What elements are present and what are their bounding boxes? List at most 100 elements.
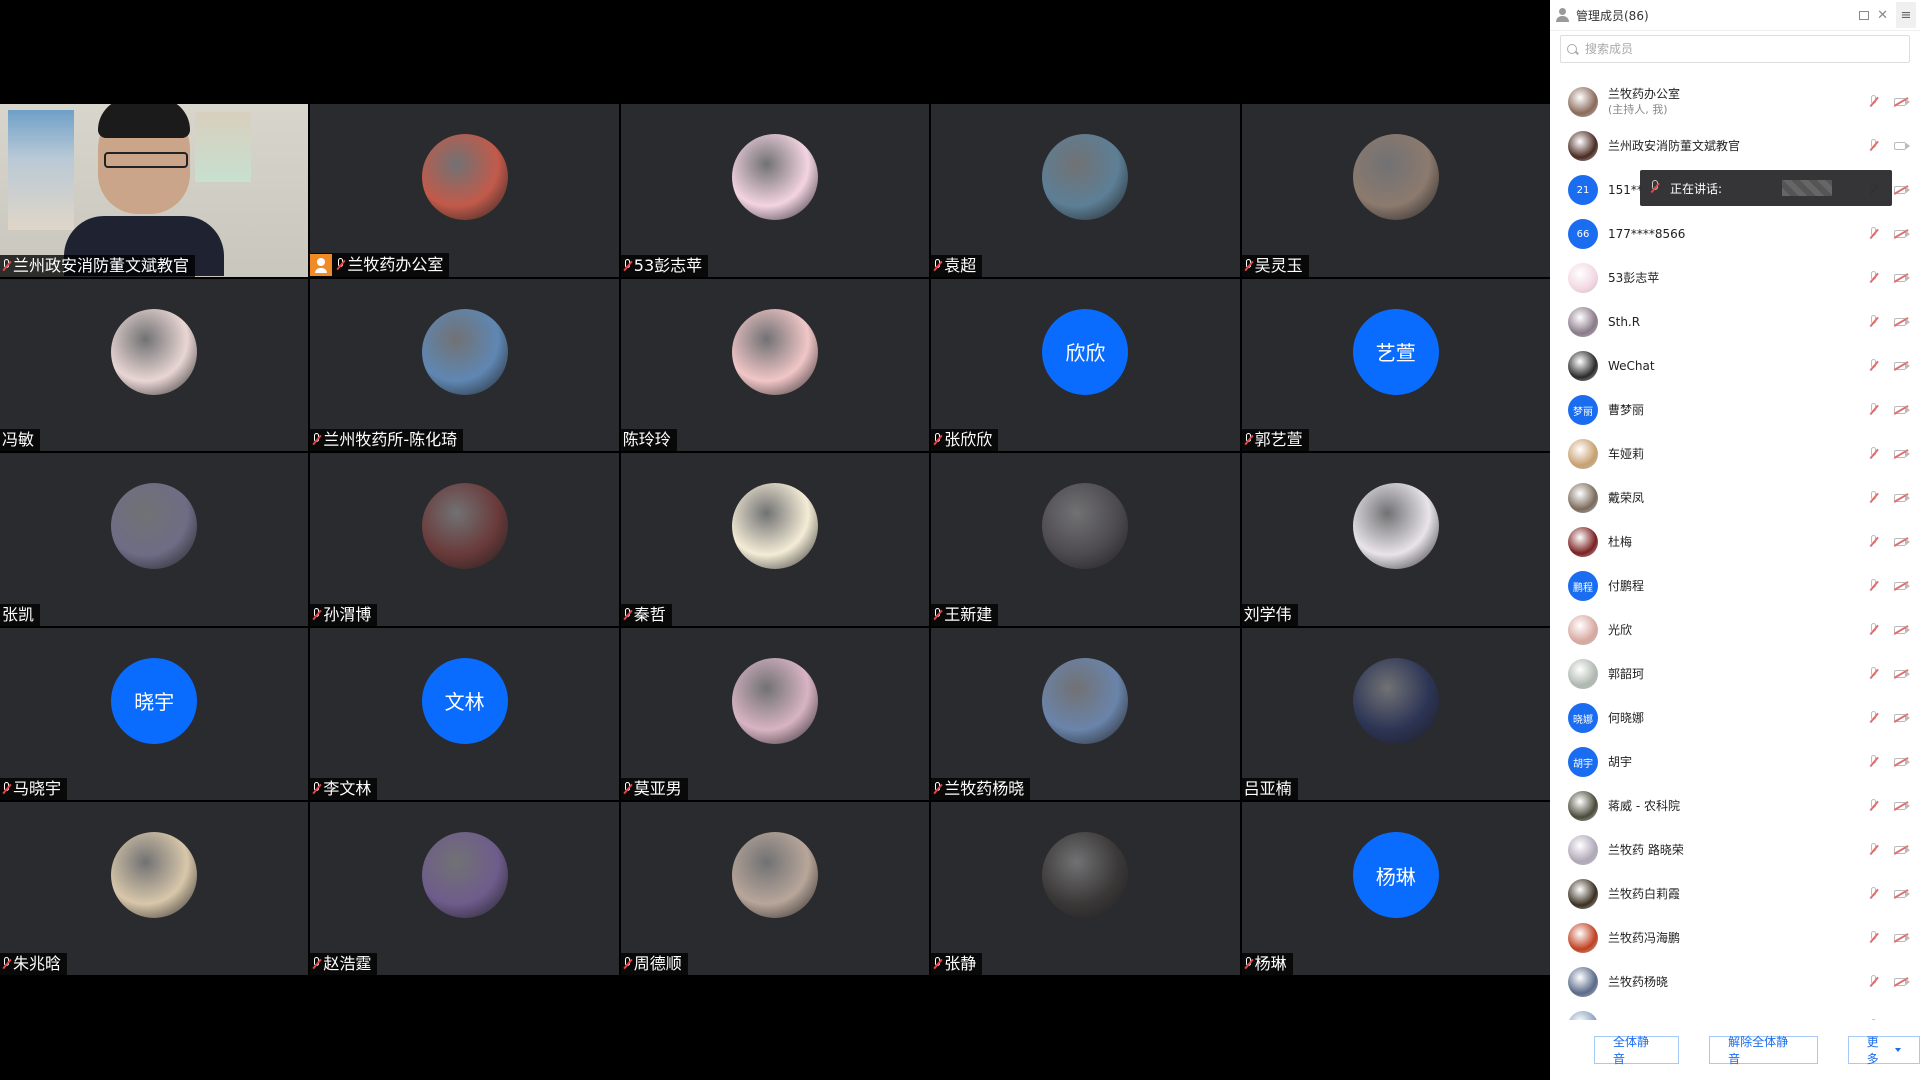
muted-mic-icon[interactable] xyxy=(1869,843,1878,857)
camera-icon[interactable] xyxy=(1894,362,1910,370)
member-search[interactable] xyxy=(1560,35,1910,63)
video-tile[interactable]: 王新建 xyxy=(931,453,1240,626)
member-row[interactable]: 66 177****8566 xyxy=(1550,212,1920,256)
muted-mic-icon[interactable] xyxy=(1869,623,1878,637)
camera-icon[interactable] xyxy=(1894,890,1910,898)
member-row[interactable]: 郭韶珂 xyxy=(1550,652,1920,696)
video-tile[interactable]: 53彭志苹 xyxy=(620,104,930,277)
muted-mic-icon[interactable] xyxy=(1869,315,1878,329)
camera-icon[interactable] xyxy=(1894,318,1910,326)
video-tile[interactable]: 冯敏 xyxy=(0,278,309,452)
member-row[interactable]: 兰牧药白莉霞 xyxy=(1550,872,1920,916)
member-row[interactable]: 53彭志苹 xyxy=(1550,256,1920,300)
close-icon[interactable]: ✕ xyxy=(1877,8,1888,23)
member-row[interactable]: WeChat xyxy=(1550,344,1920,388)
muted-mic-icon[interactable] xyxy=(1869,491,1878,505)
video-tile[interactable]: 朱兆晗 xyxy=(0,802,309,975)
member-avatar: 鹏程 xyxy=(1568,571,1598,601)
camera-icon[interactable] xyxy=(1894,98,1910,106)
muted-mic-icon[interactable] xyxy=(1869,95,1878,109)
camera-icon[interactable] xyxy=(1894,758,1910,766)
member-row[interactable]: 兰牧药 路晓荣 xyxy=(1550,828,1920,872)
mute-all-button[interactable]: 全体静音 xyxy=(1594,1035,1680,1066)
unmute-all-button[interactable]: 解除全体静音 xyxy=(1709,1035,1818,1066)
member-row[interactable]: Sth.R xyxy=(1550,300,1920,344)
camera-icon[interactable] xyxy=(1894,714,1910,722)
muted-mic-icon[interactable] xyxy=(1869,931,1878,945)
camera-icon[interactable] xyxy=(1894,186,1910,194)
video-tile[interactable]: 张凯 xyxy=(0,453,309,626)
muted-mic-icon[interactable] xyxy=(1869,535,1878,549)
muted-mic-icon[interactable] xyxy=(1869,139,1878,153)
camera-icon[interactable] xyxy=(1894,406,1910,414)
muted-mic-icon[interactable] xyxy=(1869,887,1878,901)
video-tile[interactable]: 张静 xyxy=(931,802,1240,975)
camera-icon[interactable] xyxy=(1894,802,1910,810)
camera-icon[interactable] xyxy=(1894,494,1910,502)
muted-mic-icon[interactable] xyxy=(1869,755,1878,769)
muted-mic-icon[interactable] xyxy=(1869,403,1878,417)
muted-mic-icon[interactable] xyxy=(1869,447,1878,461)
muted-mic-icon[interactable] xyxy=(1869,359,1878,373)
member-row[interactable]: 戴荣凤 xyxy=(1550,476,1920,520)
video-tile[interactable]: 秦哲 xyxy=(620,453,930,626)
video-tile[interactable]: 莫亚男 xyxy=(620,627,930,801)
camera-icon[interactable] xyxy=(1894,538,1910,546)
video-tile[interactable]: 杨琳 杨琳 xyxy=(1241,802,1550,975)
video-tile[interactable]: 赵浩霆 xyxy=(310,802,619,975)
camera-icon[interactable] xyxy=(1894,274,1910,282)
video-tile[interactable]: 兰牧药杨晓 xyxy=(931,627,1240,801)
muted-mic-icon[interactable] xyxy=(1869,711,1878,725)
video-tile[interactable]: 兰牧药办公室 xyxy=(310,104,619,277)
camera-icon[interactable] xyxy=(1894,230,1910,238)
muted-mic-icon[interactable] xyxy=(1869,975,1878,989)
camera-icon[interactable] xyxy=(1894,626,1910,634)
member-row[interactable]: 胡宇 胡宇 xyxy=(1550,740,1920,784)
video-tile[interactable]: 文林 李文林 xyxy=(310,627,619,801)
video-tile[interactable]: 兰州政安消防董文斌教官 xyxy=(0,104,309,277)
muted-mic-icon[interactable] xyxy=(1869,799,1878,813)
member-row[interactable]: 兰牧药办公室 (主持人, 我) xyxy=(1550,80,1920,124)
video-tile[interactable]: 吕亚楠 xyxy=(1241,627,1550,801)
member-row[interactable]: 兰牧药冯海鹏 xyxy=(1550,916,1920,960)
camera-icon[interactable] xyxy=(1894,582,1910,590)
member-name-block: 兰牧药杨晓 xyxy=(1608,975,1668,990)
member-row[interactable] xyxy=(1550,1004,1920,1020)
video-tile[interactable]: 刘学伟 xyxy=(1241,453,1550,626)
member-list[interactable]: 兰牧药办公室 (主持人, 我) 兰州政安消防董文斌教官 21 151** 66 177***… xyxy=(1550,80,1920,1020)
video-tile[interactable]: 晓宇 马晓宇 xyxy=(0,627,309,801)
more-button[interactable]: 更多 xyxy=(1847,1035,1920,1066)
member-row[interactable]: 晓娜 何晓娜 xyxy=(1550,696,1920,740)
camera-icon[interactable] xyxy=(1894,450,1910,458)
muted-mic-icon[interactable] xyxy=(1869,227,1878,241)
video-tile[interactable]: 艺萱 郭艺萱 xyxy=(1241,278,1550,452)
muted-mic-icon[interactable] xyxy=(1869,579,1878,593)
camera-icon[interactable] xyxy=(1894,670,1910,678)
member-row[interactable]: 兰州政安消防董文斌教官 xyxy=(1550,124,1920,168)
muted-mic-icon[interactable] xyxy=(1869,667,1878,681)
video-tile[interactable]: 周德顺 xyxy=(620,802,930,975)
popout-icon[interactable] xyxy=(1859,10,1870,20)
video-tile[interactable]: 袁超 xyxy=(931,104,1240,277)
video-tile[interactable]: 陈玲玲 xyxy=(620,278,930,452)
video-tile[interactable]: 孙渭博 xyxy=(310,453,619,626)
camera-icon[interactable] xyxy=(1894,978,1910,986)
member-row[interactable]: 杜梅 xyxy=(1550,520,1920,564)
camera-icon[interactable] xyxy=(1894,934,1910,942)
video-tile[interactable]: 兰州牧药所-陈化琦 xyxy=(310,278,619,452)
search-input[interactable] xyxy=(1583,41,1887,57)
video-tile[interactable]: 吴灵玉 xyxy=(1241,104,1550,277)
camera-icon[interactable] xyxy=(1894,142,1910,150)
member-row[interactable]: 车娅莉 xyxy=(1550,432,1920,476)
participant-name: 兰州政安消防董文斌教官 xyxy=(13,255,190,275)
member-row[interactable]: 鹏程 付鹏程 xyxy=(1550,564,1920,608)
video-tile[interactable]: 欣欣 张欣欣 xyxy=(931,278,1240,452)
camera-icon[interactable] xyxy=(1894,846,1910,854)
member-row[interactable]: 兰牧药杨晓 xyxy=(1550,960,1920,1004)
member-name-block: 兰牧药冯海鹏 xyxy=(1608,931,1680,946)
member-row[interactable]: 梦丽 曹梦丽 xyxy=(1550,388,1920,432)
member-row[interactable]: 蒋威 - 农科院 xyxy=(1550,784,1920,828)
muted-mic-icon[interactable] xyxy=(1869,271,1878,285)
menu-icon[interactable]: ≡ xyxy=(1896,2,1916,28)
member-row[interactable]: 光欣 xyxy=(1550,608,1920,652)
